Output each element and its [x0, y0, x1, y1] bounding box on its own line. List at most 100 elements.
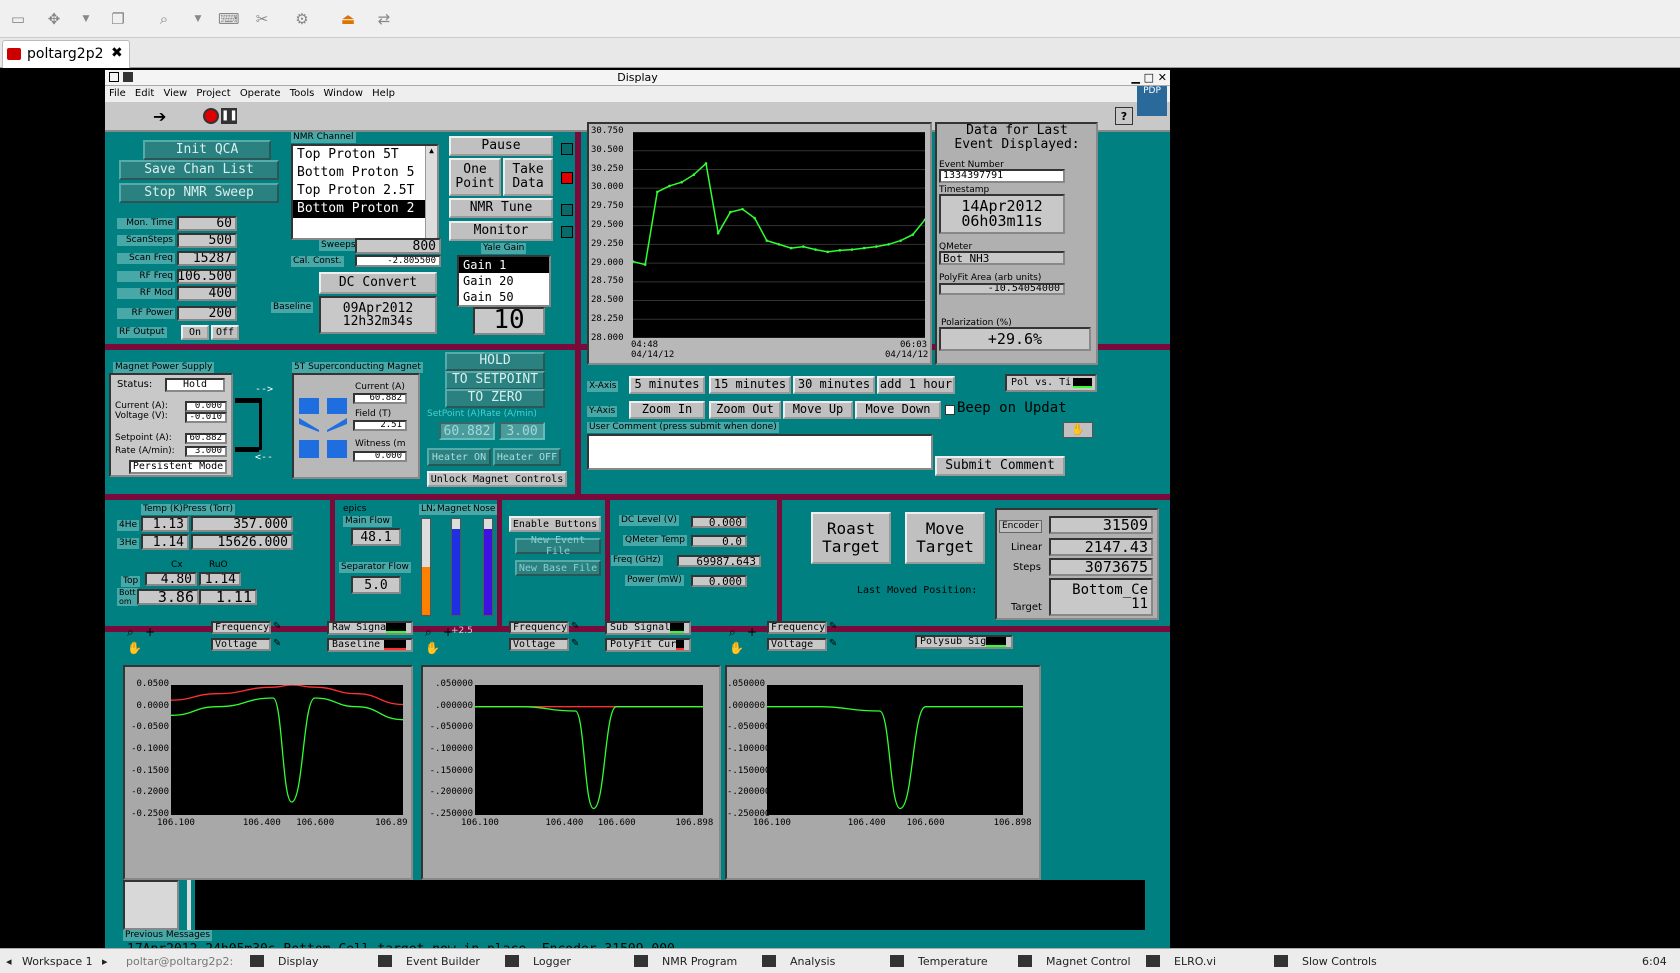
param-field[interactable]: 15287: [177, 251, 237, 266]
zoom-icon[interactable]: ⌕: [425, 625, 432, 640]
take-data-button[interactable]: Take Data: [503, 158, 553, 196]
to-zero-button[interactable]: TO ZERO: [445, 389, 545, 408]
yale-gain-list[interactable]: Gain 1 Gain 20 Gain 50: [457, 255, 551, 307]
move-target-button[interactable]: Move Target: [905, 512, 985, 564]
usb-icon[interactable]: ⏏: [338, 10, 358, 28]
new-base-file-button[interactable]: New Base File: [515, 560, 601, 576]
settings-icon[interactable]: ⚙: [292, 10, 312, 28]
workspace-prev-icon[interactable]: ◂: [6, 953, 12, 970]
hand-icon[interactable]: ✋: [127, 641, 142, 655]
monitor-button[interactable]: Monitor: [449, 221, 553, 241]
persistent-mode-button[interactable]: Persistent Mode: [129, 460, 227, 474]
x-add-hour-button[interactable]: add 1 hour: [877, 376, 955, 394]
window-menu-icon[interactable]: [109, 72, 119, 82]
keyboard-icon[interactable]: ⌨: [218, 10, 240, 28]
hold-button[interactable]: HOLD: [445, 352, 545, 371]
task-logger[interactable]: Logger: [505, 953, 571, 970]
menu-project[interactable]: Project: [196, 88, 230, 99]
dropdown-icon[interactable]: ▼: [188, 10, 208, 28]
dropdown-icon[interactable]: ▼: [76, 10, 96, 28]
close-icon[interactable]: ✕: [1158, 70, 1167, 86]
param-field[interactable]: 106.500: [177, 269, 237, 284]
param-field[interactable]: 200: [177, 306, 237, 321]
zoom-icon[interactable]: ⌕: [127, 625, 134, 640]
abort-icon[interactable]: [203, 108, 219, 124]
scrollbar[interactable]: ▲: [425, 146, 437, 238]
list-item[interactable]: Gain 20: [459, 273, 549, 289]
plug-icon[interactable]: ⇄: [374, 10, 394, 28]
help-icon[interactable]: ?: [1115, 107, 1133, 125]
axis-format-icon[interactable]: ✎: [273, 638, 281, 649]
axis-format-icon[interactable]: ✎: [571, 621, 579, 632]
setpoint-value[interactable]: 60.882: [185, 433, 227, 444]
task-magnet-control[interactable]: Magnet Control: [1018, 953, 1131, 970]
menu-operate[interactable]: Operate: [240, 88, 281, 99]
move-down-button[interactable]: Move Down: [855, 401, 941, 419]
task-terminal[interactable]: poltar@poltarg2p2:: [126, 953, 233, 970]
task-analysis[interactable]: Analysis: [762, 953, 835, 970]
run-arrow-icon[interactable]: ➔: [153, 107, 166, 126]
task-event-builder[interactable]: Event Builder: [378, 953, 480, 970]
zoom-in-button[interactable]: Zoom In: [629, 401, 705, 419]
menu-view[interactable]: View: [163, 88, 187, 99]
new-event-file-button[interactable]: New Event File: [515, 535, 601, 557]
crosshair-icon[interactable]: +: [145, 625, 155, 639]
signal-plot[interactable]: [475, 685, 703, 815]
dc-convert-button[interactable]: DC Convert: [319, 272, 437, 294]
list-item[interactable]: Top Proton 5T: [293, 146, 437, 164]
axis-format-icon[interactable]: ✎: [829, 638, 837, 649]
x-15min-button[interactable]: 15 minutes: [709, 376, 791, 394]
rate-value[interactable]: 3.000: [185, 446, 227, 457]
menu-tools[interactable]: Tools: [290, 88, 315, 99]
pause-button[interactable]: Pause: [449, 136, 553, 156]
hand-icon[interactable]: ✋: [1063, 422, 1093, 438]
menu-edit[interactable]: Edit: [135, 88, 154, 99]
init-qca-button[interactable]: Init QCA: [143, 140, 271, 160]
zoom-icon[interactable]: ⌕: [154, 10, 174, 28]
rf-off-button[interactable]: Off: [211, 325, 239, 340]
x-5min-button[interactable]: 5 minutes: [629, 376, 705, 394]
workspace-label[interactable]: Workspace 1: [22, 953, 93, 970]
task-elro[interactable]: ELRO.vi: [1146, 953, 1216, 970]
enable-buttons-button[interactable]: Enable Buttons: [509, 516, 601, 532]
nmr-tune-button[interactable]: NMR Tune: [449, 198, 553, 218]
submit-comment-button[interactable]: Submit Comment: [935, 456, 1065, 476]
beep-checkbox[interactable]: [945, 405, 955, 415]
move-up-button[interactable]: Move Up: [783, 401, 853, 419]
move-icon[interactable]: ✥: [44, 10, 64, 28]
save-chan-list-button[interactable]: Save Chan List: [119, 160, 279, 180]
window-icon[interactable]: ▭: [8, 10, 28, 28]
x-30min-button[interactable]: 30 minutes: [793, 376, 875, 394]
zoom-out-button[interactable]: Zoom Out: [709, 401, 781, 419]
maximize-icon[interactable]: □: [1144, 70, 1154, 86]
hand-icon[interactable]: ✋: [425, 641, 440, 655]
menu-file[interactable]: File: [109, 88, 126, 99]
task-slow-controls[interactable]: Slow Controls: [1274, 953, 1377, 970]
pause-icon[interactable]: ❚❚: [221, 108, 238, 124]
signal-plot[interactable]: [767, 685, 1023, 815]
task-display[interactable]: Display: [250, 953, 319, 970]
axis-format-icon[interactable]: ✎: [273, 621, 281, 632]
roast-target-button[interactable]: Roast Target: [811, 512, 891, 564]
list-item[interactable]: Gain 50: [459, 289, 549, 305]
signal-plot[interactable]: [171, 685, 403, 815]
minimize-icon[interactable]: ▁: [1132, 70, 1140, 86]
tab-poltarg2p2[interactable]: poltarg2p2 ✖: [2, 40, 130, 68]
param-field[interactable]: 60: [177, 216, 237, 231]
param-field[interactable]: 400: [177, 286, 237, 301]
close-icon[interactable]: ✖: [111, 45, 123, 61]
menu-window[interactable]: Window: [324, 88, 363, 99]
axis-format-icon[interactable]: ✎: [829, 621, 837, 632]
workspace-next-icon[interactable]: ▸: [102, 953, 108, 970]
heater-on-button[interactable]: Heater ON: [427, 448, 491, 466]
axis-format-icon[interactable]: ✎: [571, 638, 579, 649]
to-setpoint-button[interactable]: TO SETPOINT: [445, 371, 545, 390]
cut-icon[interactable]: ✂: [252, 10, 272, 28]
cal-const-field[interactable]: -2.805500: [355, 255, 441, 267]
list-item[interactable]: Bottom Proton 2: [293, 200, 437, 218]
stop-nmr-sweep-button[interactable]: Stop NMR Sweep: [119, 183, 279, 203]
task-nmr-program[interactable]: NMR Program: [634, 953, 737, 970]
crosshair-icon[interactable]: +: [747, 625, 757, 639]
param-field[interactable]: 500: [177, 233, 237, 248]
user-comment-input[interactable]: [587, 434, 933, 470]
